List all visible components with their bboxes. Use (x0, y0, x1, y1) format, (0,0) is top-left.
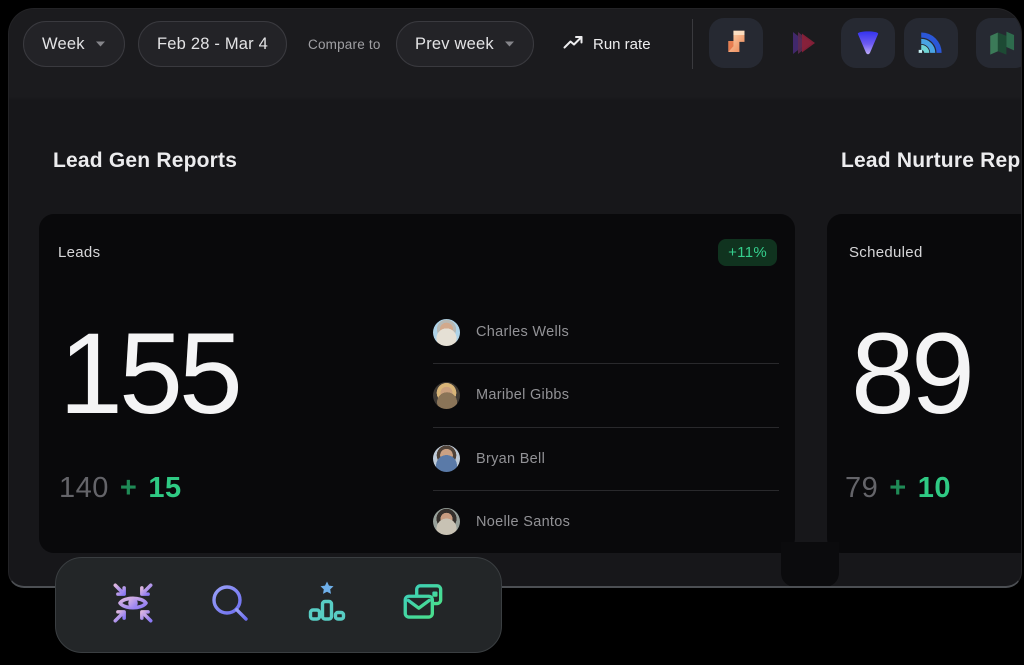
send-mail-button[interactable] (398, 579, 450, 631)
compare-select[interactable]: Prev week (396, 21, 534, 67)
list-item[interactable]: Maribel Gibbs (433, 364, 779, 427)
leads-people-list: Charles Wells Maribel Gibbs Bryan Bell N… (433, 301, 779, 553)
lead-nurture-section-title: Lead Nurture Reports (841, 149, 1022, 173)
app-tile-blocks[interactable] (709, 18, 763, 68)
leads-value: 155 (59, 317, 239, 432)
run-rate-button[interactable]: Run rate (562, 21, 651, 67)
layers-arrow-app-icon[interactable] (784, 23, 824, 63)
funnel-app-icon (851, 24, 885, 63)
orange-blocks-app-icon (719, 24, 753, 63)
search-analytics-button[interactable] (204, 579, 256, 631)
lead-gen-section-title: Lead Gen Reports (53, 149, 237, 173)
leaderboard-button[interactable] (301, 579, 353, 631)
top-toolbar: Week Feb 28 - Mar 4 Compare to Prev week… (9, 9, 1021, 97)
quarter-arcs-app-icon (914, 24, 948, 63)
focus-eye-icon (108, 578, 158, 633)
leads-card: Leads +11% 155 140 + 15 Charles Wells Ma… (39, 214, 795, 553)
list-item[interactable]: Charles Wells (433, 301, 779, 364)
plus-sign: + (120, 472, 137, 505)
avatar (433, 508, 460, 535)
toolbar-divider (692, 19, 693, 69)
avatar (433, 382, 460, 409)
scheduled-delta-value: 10 (918, 472, 951, 505)
app-tile-bars[interactable] (976, 18, 1022, 68)
leads-change-badge: +11% (718, 239, 777, 266)
list-item[interactable]: Noelle Santos (433, 491, 779, 553)
mail-copy-icon (399, 578, 449, 633)
compare-to-label: Compare to (308, 21, 381, 67)
run-rate-label: Run rate (593, 36, 651, 53)
search-chart-icon (206, 579, 254, 632)
plus-sign: + (889, 472, 906, 505)
person-name: Maribel Gibbs (476, 387, 569, 403)
period-select[interactable]: Week (23, 21, 125, 67)
scheduled-previous-value: 79 (845, 472, 878, 505)
period-select-value: Week (42, 35, 85, 54)
leads-previous-value: 140 (59, 472, 109, 505)
date-range-button[interactable]: Feb 28 - Mar 4 (138, 21, 287, 67)
focus-view-button[interactable] (107, 579, 159, 631)
chevron-down-icon (504, 40, 515, 48)
chevron-down-icon (95, 40, 106, 48)
compare-select-value: Prev week (415, 35, 494, 54)
partial-card-peek (781, 542, 839, 587)
person-name: Bryan Bell (476, 451, 545, 467)
person-name: Noelle Santos (476, 514, 570, 530)
trending-up-icon (562, 32, 584, 56)
green-bars-app-icon (986, 24, 1020, 63)
floating-action-bar (55, 557, 502, 653)
app-tile-funnel[interactable] (841, 18, 895, 68)
leads-delta-value: 15 (148, 472, 181, 505)
avatar (433, 319, 460, 346)
avatar (433, 445, 460, 472)
scheduled-card: Scheduled 89 79 + 10 (827, 214, 1022, 553)
date-range-value: Feb 28 - Mar 4 (157, 35, 268, 54)
person-name: Charles Wells (476, 324, 569, 340)
leads-card-title: Leads (58, 244, 100, 261)
list-item[interactable]: Bryan Bell (433, 428, 779, 491)
scheduled-value: 89 (851, 317, 971, 432)
scheduled-card-title: Scheduled (849, 244, 923, 261)
dashboard-window: Week Feb 28 - Mar 4 Compare to Prev week… (8, 8, 1022, 588)
scheduled-delta-row: 79 + 10 (845, 472, 951, 505)
app-tile-arcs[interactable] (904, 18, 958, 68)
leaderboard-star-icon (303, 579, 351, 632)
leads-delta-row: 140 + 15 (59, 472, 182, 505)
